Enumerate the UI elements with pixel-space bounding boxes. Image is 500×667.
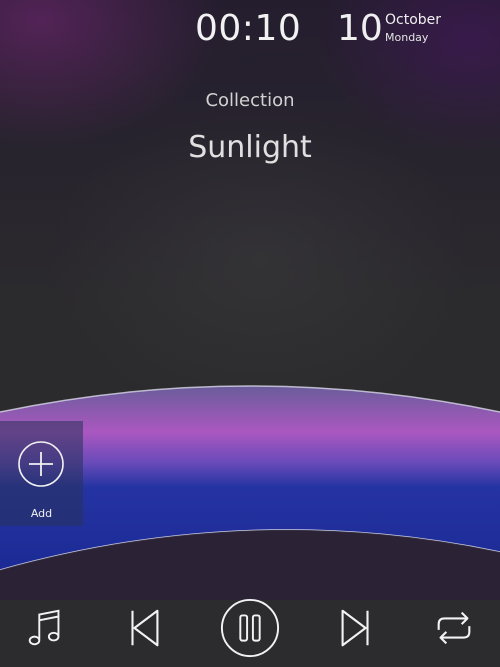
playback-controls xyxy=(0,596,500,660)
collection-label: Collection xyxy=(205,90,295,111)
clock-time: 00:10 xyxy=(195,8,302,49)
library-button[interactable] xyxy=(14,596,78,660)
previous-button[interactable] xyxy=(112,596,176,660)
skip-next-icon xyxy=(341,609,369,647)
add-label: Add xyxy=(30,507,53,520)
next-button[interactable] xyxy=(324,596,388,660)
date-day: 10 xyxy=(337,8,383,49)
track-title: Sunlight xyxy=(188,130,312,165)
skip-previous-icon xyxy=(131,609,159,647)
pause-button[interactable] xyxy=(218,596,282,660)
music-note-icon xyxy=(28,609,60,646)
repeat-icon xyxy=(437,611,471,645)
date-month: October xyxy=(385,12,442,28)
plus-circle-icon[interactable] xyxy=(17,440,65,488)
date-weekday: Monday xyxy=(385,31,429,44)
repeat-button[interactable] xyxy=(422,596,486,660)
add-panel[interactable]: Add xyxy=(0,421,83,526)
pause-circle-icon xyxy=(220,598,280,658)
